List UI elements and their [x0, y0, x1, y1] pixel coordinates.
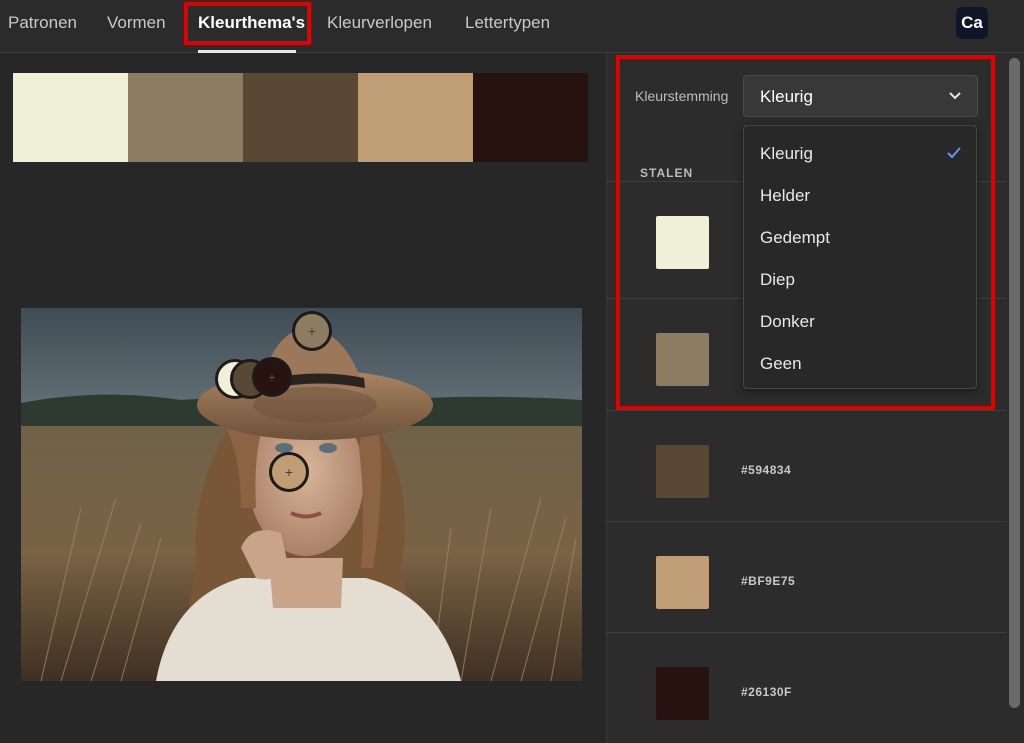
tab-lettertypen[interactable]: Lettertypen [465, 13, 550, 33]
chevron-down-icon [947, 87, 963, 108]
mood-option-helder[interactable]: Helder [744, 175, 976, 217]
theme-color-4[interactable] [358, 73, 473, 162]
swatch-hex: #BF9E75 [741, 574, 796, 588]
plus-icon: + [284, 464, 294, 480]
option-label: Diep [760, 270, 795, 289]
swatch-chip[interactable] [656, 333, 709, 386]
mood-option-diep[interactable]: Diep [744, 259, 976, 301]
color-theme-strip [13, 73, 588, 162]
top-navigation: Patronen Vormen Kleurthema's Kleurverlop… [0, 0, 1024, 53]
plus-icon: + [307, 323, 317, 339]
mood-option-kleurig[interactable]: Kleurig [744, 133, 976, 175]
tab-kleurthemas[interactable]: Kleurthema's [198, 13, 305, 33]
swatch-chip[interactable] [656, 445, 709, 498]
color-picker-5[interactable]: + [269, 452, 309, 492]
swatch-chip[interactable] [656, 216, 709, 269]
color-picker-1[interactable]: + [292, 311, 332, 351]
swatch-chip[interactable] [656, 667, 709, 720]
swatches-heading: STALEN [640, 166, 694, 180]
tab-kleurverlopen[interactable]: Kleurverlopen [327, 13, 432, 33]
plus-icon: + [267, 369, 277, 385]
color-mood-value: Kleurig [760, 87, 813, 106]
swatch-row[interactable]: #594834 [607, 410, 1006, 521]
mood-option-gedempt[interactable]: Gedempt [744, 217, 976, 259]
mood-option-geen[interactable]: Geen [744, 343, 976, 385]
option-label: Geen [760, 354, 802, 373]
color-mood-dropdown: Kleurig Helder Gedempt Diep Donker Geen [743, 125, 977, 389]
swatch-chip[interactable] [656, 556, 709, 609]
panel-scrollbar[interactable] [1009, 58, 1020, 708]
color-picker-4[interactable]: + [252, 357, 292, 397]
theme-color-5[interactable] [473, 73, 588, 162]
color-mood-select[interactable]: Kleurig [743, 75, 978, 117]
theme-color-3[interactable] [243, 73, 358, 162]
option-label: Helder [760, 186, 811, 205]
theme-color-2[interactable] [128, 73, 243, 162]
checkmark-icon [946, 145, 962, 166]
swatch-hex: #594834 [741, 463, 792, 477]
swatch-row[interactable]: #26130F [607, 632, 1006, 743]
option-label: Donker [760, 312, 815, 331]
tab-patronen[interactable]: Patronen [8, 13, 77, 33]
app-logo: Ca [956, 7, 988, 39]
theme-color-1[interactable] [13, 73, 128, 162]
option-label: Kleurig [760, 144, 813, 163]
swatch-hex: #26130F [741, 685, 792, 699]
option-label: Gedempt [760, 228, 830, 247]
canvas-area: + + + [0, 53, 605, 743]
swatch-row[interactable]: #BF9E75 [607, 521, 1006, 632]
mood-option-donker[interactable]: Donker [744, 301, 976, 343]
source-photo [21, 308, 582, 681]
color-mood-label: Kleurstemming [635, 88, 729, 104]
tab-vormen[interactable]: Vormen [107, 13, 166, 33]
